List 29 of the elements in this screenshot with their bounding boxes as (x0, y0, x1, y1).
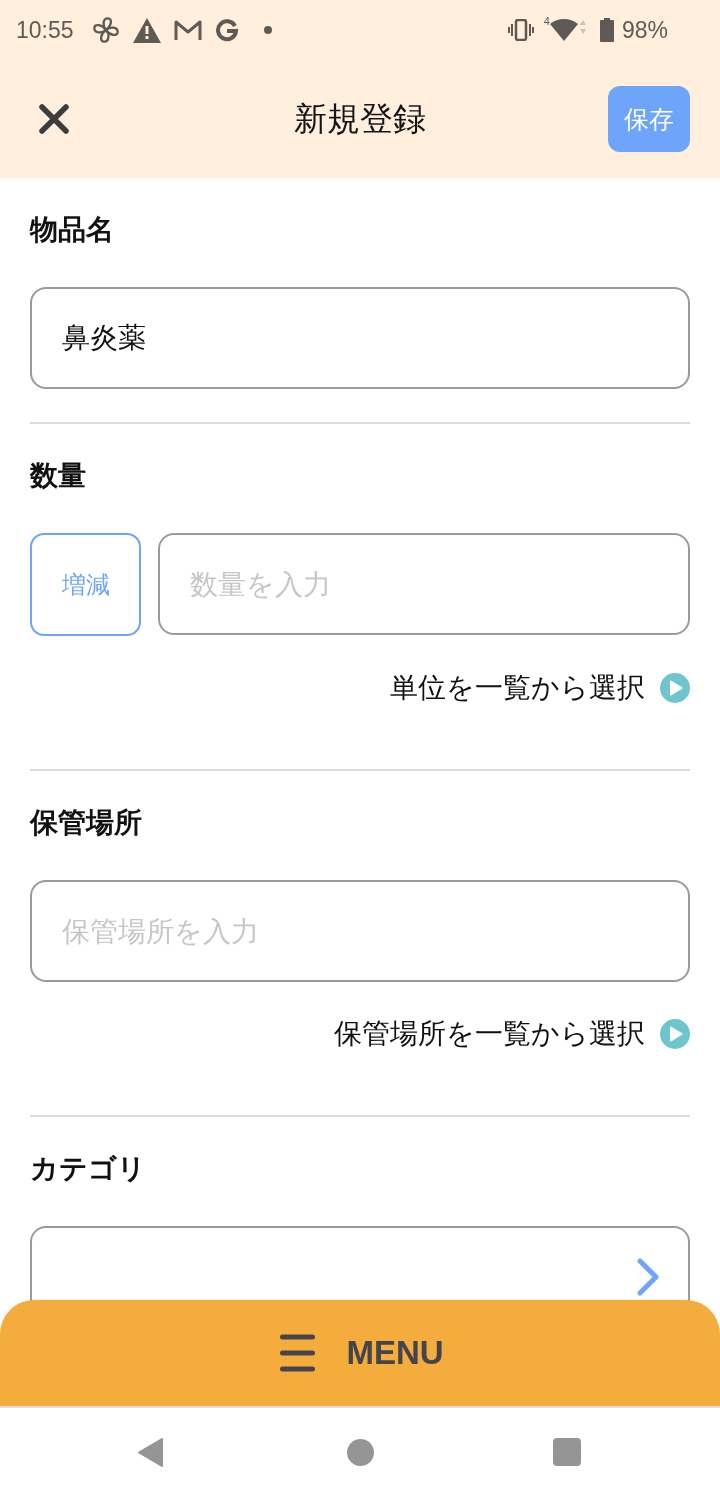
home-icon[interactable] (346, 1438, 374, 1466)
field-label: 数量 (30, 458, 87, 494)
menu-icon (280, 1334, 316, 1372)
play-circle-icon (660, 673, 690, 703)
wifi-icon (549, 18, 588, 42)
back-icon[interactable] (136, 1436, 164, 1468)
network-type-label: 4 (543, 16, 550, 27)
play-circle-icon (660, 1019, 690, 1049)
vibrate-icon (507, 19, 534, 41)
field-label: 保管場所 (30, 805, 143, 841)
page-title: 新規登録 (294, 97, 426, 140)
g-logo-icon (214, 18, 239, 42)
input-field[interactable]: 鼻炎薬 (30, 287, 690, 389)
field-label: カテゴリ (30, 1151, 147, 1187)
battery-icon (599, 18, 614, 42)
chevron-right-icon (636, 1257, 660, 1297)
status-time: 10:55 (16, 16, 74, 44)
close-icon[interactable] (39, 104, 69, 134)
notification-dot-icon (263, 26, 272, 34)
field-label: 物品名 (30, 212, 115, 248)
warning-icon (132, 17, 161, 43)
battery-percent: 98% (621, 16, 668, 44)
input-field[interactable]: 保管場所を入力 (30, 880, 690, 982)
select-from-list-link[interactable]: 単位を一覧から選択 (390, 668, 690, 708)
pinwheel-icon (91, 16, 120, 44)
input-field[interactable]: 数量を入力 (158, 533, 690, 635)
select-from-list-link[interactable]: 保管場所を一覧から選択 (334, 1014, 690, 1054)
mail-icon (173, 19, 202, 41)
menu-button[interactable]: MENU (0, 1300, 720, 1406)
